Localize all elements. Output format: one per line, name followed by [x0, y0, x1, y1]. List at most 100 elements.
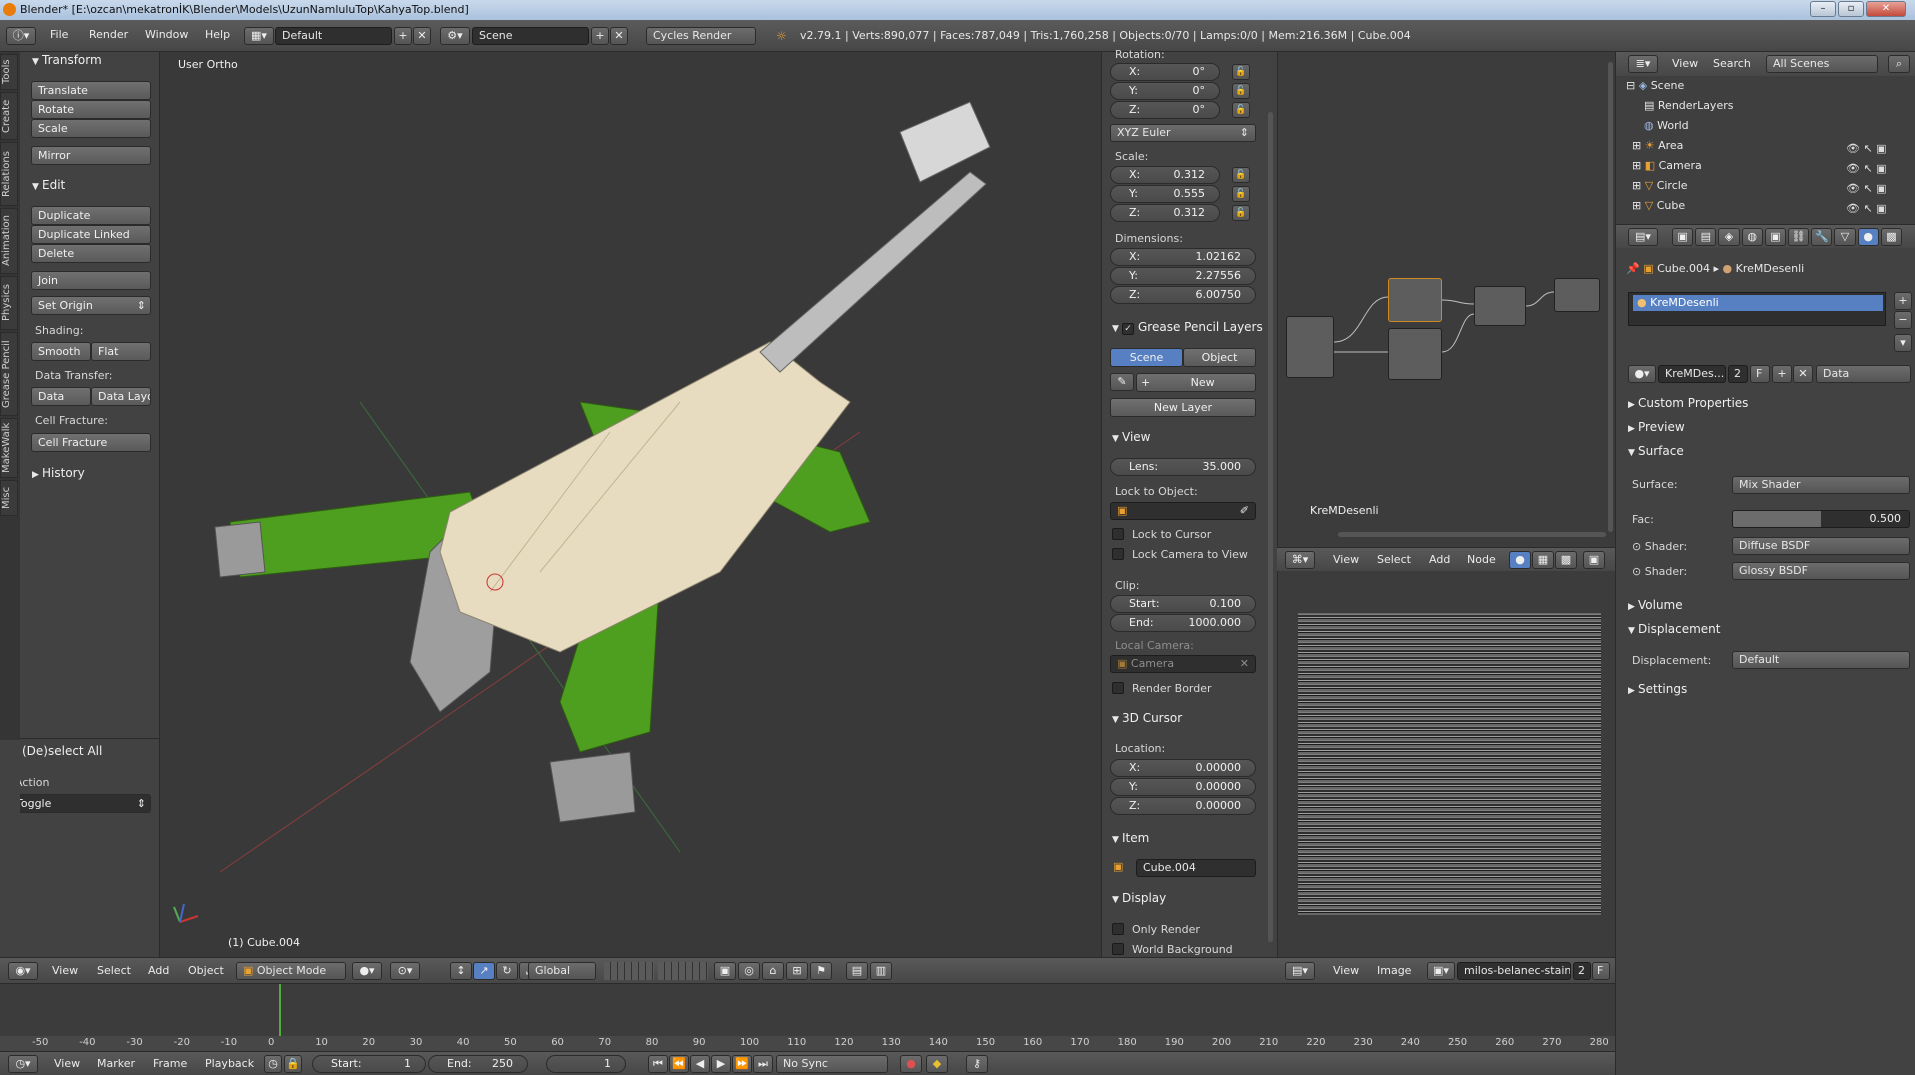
play-reverse-icon[interactable]: ◀	[690, 1055, 710, 1073]
opengl-render-icon[interactable]: ▤	[846, 962, 868, 980]
render-engine-select[interactable]: Cycles Render	[646, 27, 756, 45]
rotation-y-field[interactable]: Y: 0°	[1110, 82, 1220, 100]
snap-element-icon[interactable]: ⊞	[786, 962, 808, 980]
timeline[interactable]: -50 -40 -30 -20 -10 0 10 20 30 40 50 60 70 80 90 100 110…	[0, 983, 1615, 1052]
compositing-nodes-icon[interactable]: ▦	[1532, 551, 1554, 569]
object-shader-icon[interactable]: ▣	[1583, 551, 1605, 569]
browse-material-icon[interactable]: ●▾	[1628, 365, 1656, 383]
menu-timeline-frame[interactable]: Frame	[153, 1057, 187, 1070]
translate-button[interactable]: Translate	[31, 81, 151, 100]
menu-timeline-marker[interactable]: Marker	[97, 1057, 135, 1070]
render-tab-icon[interactable]: ▣	[1672, 228, 1694, 246]
local-camera-field[interactable]: ▣ Camera ✕	[1110, 655, 1256, 673]
scene-tab-icon[interactable]: ◈	[1718, 228, 1740, 246]
search-icon[interactable]: ⌕	[1888, 55, 1910, 73]
jump-start-icon[interactable]: ⏮	[648, 1055, 668, 1073]
menu-node-view[interactable]: View	[1333, 553, 1359, 566]
lock-rotation-x-icon[interactable]: 🔓	[1232, 64, 1250, 80]
node-editor-h-scrollbar[interactable]	[1338, 532, 1606, 537]
image-name-field[interactable]: milos-belanec-stainl...	[1457, 962, 1571, 980]
editor-type-properties-icon[interactable]: ▤▾	[1628, 228, 1658, 246]
visibility-eye-icon[interactable]: 👁 ↖ ▣	[1846, 142, 1887, 155]
tab-misc[interactable]: Misc	[0, 480, 18, 516]
mirror-button[interactable]: Mirror	[31, 146, 151, 165]
texture-nodes-icon[interactable]: ▩	[1555, 551, 1577, 569]
scale-y-field[interactable]: Y: 0.555	[1110, 185, 1220, 203]
scale-button[interactable]: Scale	[31, 119, 151, 138]
menu-object[interactable]: Object	[188, 964, 224, 977]
minimize-button[interactable]: –	[1810, 1, 1836, 17]
data-tab-icon[interactable]: ▽	[1834, 228, 1856, 246]
panel-history-header[interactable]: ▶ History	[32, 466, 85, 480]
transform-orientation-select[interactable]: Global	[528, 962, 596, 980]
3d-cursor-panel-header[interactable]: ▼ 3D Cursor	[1112, 711, 1182, 725]
outliner-display-mode-select[interactable]: All Scenes	[1766, 55, 1878, 73]
editor-type-image-icon[interactable]: ▤▾	[1285, 962, 1315, 980]
gp-object-toggle[interactable]: Object	[1183, 348, 1256, 367]
scene-icon[interactable]: ⚙▾	[440, 27, 470, 45]
menu-add[interactable]: Add	[148, 964, 169, 977]
new-material-icon[interactable]: +	[1772, 365, 1792, 383]
menu-render[interactable]: Render	[89, 28, 128, 41]
tab-create[interactable]: Create	[0, 92, 18, 140]
operator-panel-header[interactable]: ▼(De)select All	[12, 744, 102, 758]
delete-button[interactable]: Delete	[31, 244, 151, 263]
modifiers-tab-icon[interactable]: 🔧	[1811, 228, 1833, 246]
current-frame-field[interactable]: 1	[546, 1055, 626, 1073]
current-frame-indicator[interactable]	[279, 984, 281, 1036]
pencil-icon[interactable]: ✎	[1110, 373, 1134, 391]
play-icon[interactable]: ▶	[711, 1055, 731, 1073]
cursor-x-field[interactable]: X: 0.00000	[1110, 759, 1256, 777]
lock-time-icon[interactable]: 🔒	[284, 1055, 302, 1073]
constraints-tab-icon[interactable]: ⛓	[1788, 228, 1810, 246]
menu-window[interactable]: Window	[145, 28, 188, 41]
material-name-field[interactable]: KreMDes...	[1658, 365, 1726, 383]
menu-image-image[interactable]: Image	[1377, 964, 1411, 977]
scale-x-field[interactable]: X: 0.312	[1110, 166, 1220, 184]
tab-physics[interactable]: Physics	[0, 276, 18, 330]
material-users-count[interactable]: 2	[1728, 365, 1748, 383]
editor-type-outliner-icon[interactable]: ≣▾	[1628, 55, 1658, 73]
preview-range-icon[interactable]: ◷	[264, 1055, 282, 1073]
duplicate-button[interactable]: Duplicate	[31, 206, 151, 225]
tab-makewalk[interactable]: MakeWalk	[0, 418, 18, 478]
menu-timeline-playback[interactable]: Playback	[205, 1057, 254, 1070]
shader-2-select[interactable]: Glossy BSDF	[1732, 562, 1910, 580]
data-transfer-button[interactable]: Data	[31, 387, 91, 406]
outliner-row-world[interactable]: ◍ World	[1644, 119, 1689, 135]
snap-icon[interactable]: ⌂	[762, 962, 784, 980]
material-slot-item[interactable]: ● KreMDesenli	[1633, 295, 1883, 311]
lock-scale-x-icon[interactable]: 🔓	[1232, 167, 1250, 183]
clip-end-field[interactable]: End: 1000.000	[1110, 614, 1256, 632]
panel-transform-header[interactable]: ▼ Transform	[32, 53, 102, 67]
add-layout-icon[interactable]: +	[394, 27, 412, 45]
item-name-field[interactable]: Cube.004	[1136, 859, 1256, 877]
clip-start-field[interactable]: Start: 0.100	[1110, 595, 1256, 613]
screen-layout-field[interactable]: Default	[275, 27, 392, 45]
lock-to-object-field[interactable]: ▣ ✐	[1110, 502, 1256, 520]
world-tab-icon[interactable]: ◍	[1741, 228, 1763, 246]
grease-pencil-checkbox[interactable]: ✓	[1122, 323, 1134, 335]
visibility-eye-icon[interactable]: 👁 ↖ ▣	[1846, 182, 1887, 195]
grease-pencil-panel-header[interactable]: ▼ ✓ Grease Pencil Layers	[1112, 320, 1263, 335]
only-render-checkbox[interactable]	[1112, 923, 1124, 935]
shader-1-select[interactable]: Diffuse BSDF	[1732, 537, 1910, 555]
keyframe-insert-icon[interactable]: ⚷	[966, 1055, 988, 1073]
menu-node-node[interactable]: Node	[1467, 553, 1496, 566]
node-editor-scrollbar[interactable]	[1608, 62, 1613, 532]
menu-help[interactable]: Help	[205, 28, 230, 41]
pin-icon[interactable]: 📌	[1626, 262, 1640, 275]
settings-panel-header[interactable]: ▶ Settings	[1628, 682, 1687, 696]
visibility-eye-icon[interactable]: 👁 ↖ ▣	[1846, 162, 1887, 175]
dimensions-x-field[interactable]: X: 1.02162	[1110, 248, 1256, 266]
slot-specials-icon[interactable]: ▾	[1894, 334, 1912, 352]
lens-field[interactable]: Lens: 35.000	[1110, 458, 1256, 476]
menu-outliner-search[interactable]: Search	[1713, 57, 1751, 70]
surface-shader-select[interactable]: Mix Shader	[1732, 476, 1910, 494]
rotation-x-field[interactable]: X: 0°	[1110, 63, 1220, 81]
set-origin-dropdown[interactable]: Set Origin ⇕	[31, 296, 151, 315]
data-layout-button[interactable]: Data Layo	[91, 387, 151, 406]
render-border-checkbox[interactable]	[1112, 682, 1124, 694]
eyedropper-icon[interactable]: ✐	[1240, 503, 1249, 519]
outliner-row-cube[interactable]: ⊞ ▽ Cube	[1632, 199, 1685, 215]
